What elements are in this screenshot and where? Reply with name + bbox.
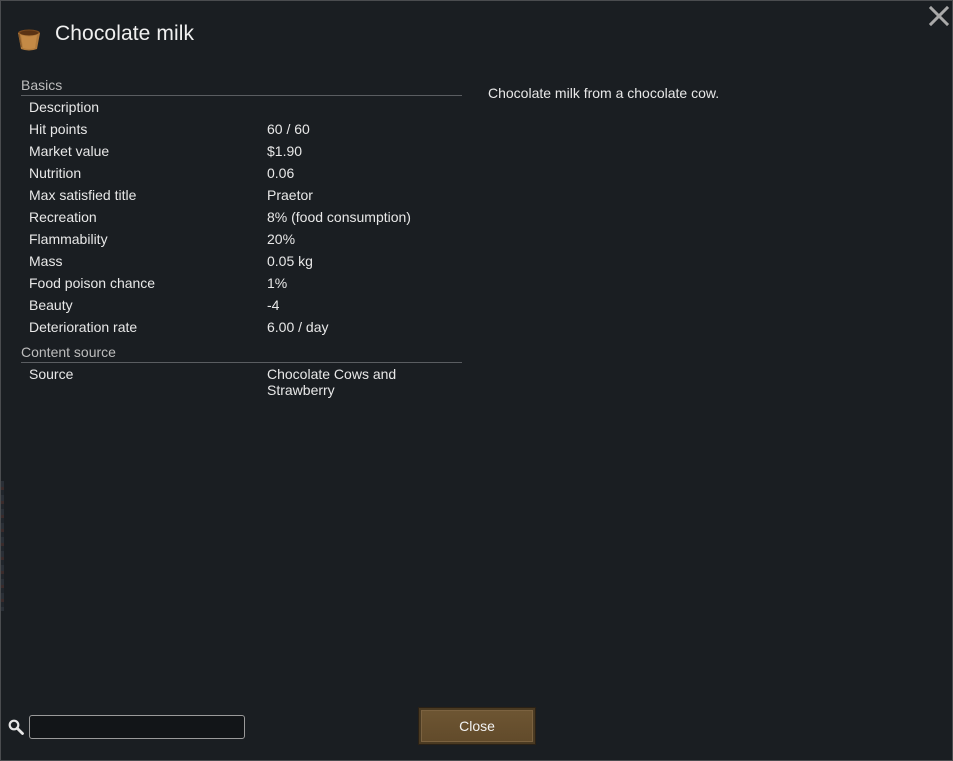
stat-value: 0.06 [267, 165, 295, 181]
stat-value: -4 [267, 297, 280, 313]
close-button[interactable]: Close [418, 707, 536, 745]
stat-label: Description [29, 99, 100, 115]
search-icon [8, 719, 24, 735]
stat-label: Max satisfied title [29, 187, 137, 203]
close-x-icon[interactable] [927, 4, 951, 28]
stat-label: Source [29, 366, 74, 382]
stat-value: 60 / 60 [267, 121, 310, 137]
stat-label: Flammability [29, 231, 108, 247]
search-input[interactable] [29, 715, 245, 739]
stat-value: 0.05 kg [267, 253, 313, 269]
section-header-content-source: Content source [21, 344, 462, 363]
stat-value-line: Strawberry [267, 382, 335, 398]
stat-value-line: Chocolate Cows and [267, 366, 397, 382]
info-dialog: Chocolate milk Basics Description Hit po… [0, 0, 953, 761]
stat-value: 20% [267, 231, 296, 247]
stat-label: Market value [29, 143, 110, 159]
stat-row-source[interactable]: Source Chocolate Cows and Strawberry [29, 366, 462, 400]
chocolate-milk-bucket-icon [18, 29, 40, 51]
stat-value: 6.00 / day [267, 319, 329, 335]
stat-label: Beauty [29, 297, 73, 313]
background-ui-edge [1, 481, 4, 611]
window-title: Chocolate milk [55, 22, 195, 45]
stat-label: Nutrition [29, 165, 82, 181]
stat-label: Recreation [29, 209, 97, 225]
stat-value: 8% (food consumption) [267, 209, 411, 225]
stat-label: Deterioration rate [29, 319, 138, 335]
stat-value: Praetor [267, 187, 313, 203]
stat-label: Food poison chance [29, 275, 156, 291]
stat-value: $1.90 [267, 143, 303, 159]
stat-value: 1% [267, 275, 288, 291]
section-header-basics: Basics [21, 77, 462, 96]
stat-label: Hit points [29, 121, 88, 137]
description-text: Chocolate milk from a chocolate cow. [488, 85, 720, 101]
stat-value: Chocolate Cows and Strawberry [267, 366, 437, 398]
stat-label: Mass [29, 253, 63, 269]
